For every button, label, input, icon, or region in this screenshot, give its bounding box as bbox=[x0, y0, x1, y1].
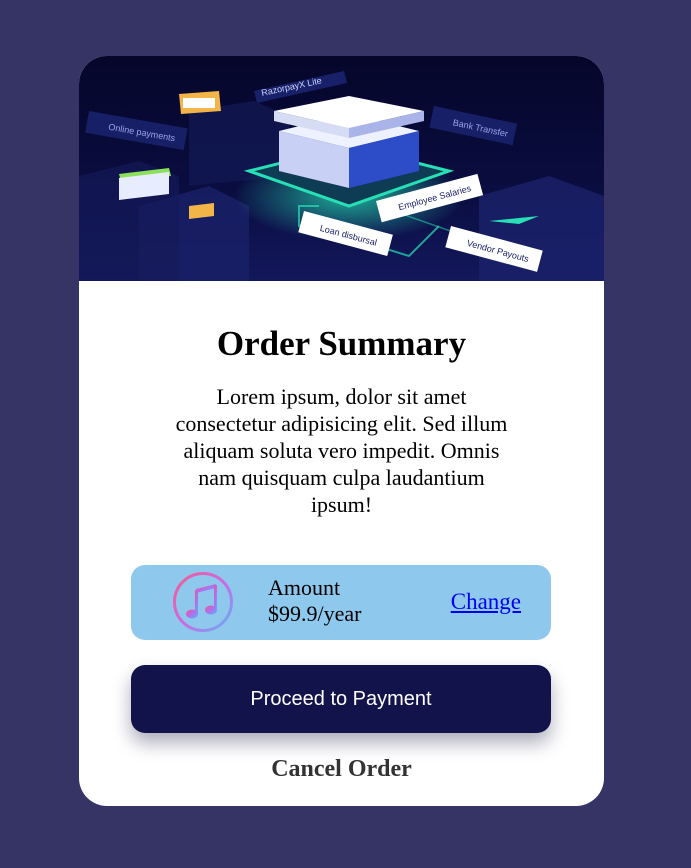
plan-summary: Amount $99.9/year Change bbox=[131, 565, 551, 640]
price-value: $99.9/year bbox=[268, 601, 362, 626]
amount-label: Amount bbox=[268, 575, 341, 600]
order-summary-card: RazorpayX Lite Online payments Bank Tran… bbox=[79, 56, 604, 806]
cancel-order-button[interactable]: Cancel Order bbox=[79, 756, 604, 783]
hero-illustration: RazorpayX Lite Online payments Bank Tran… bbox=[79, 56, 604, 281]
plan-details: Amount $99.9/year bbox=[268, 575, 361, 627]
order-description: Lorem ipsum, dolor sit amet consectetur … bbox=[175, 384, 508, 517]
change-plan-link[interactable]: Change bbox=[451, 589, 521, 615]
music-note-icon bbox=[172, 571, 234, 633]
proceed-to-payment-button[interactable]: Proceed to Payment bbox=[131, 665, 551, 733]
page-title: Order Summary bbox=[216, 324, 467, 363]
payments-illustration: RazorpayX Lite Online payments Bank Tran… bbox=[79, 71, 604, 281]
